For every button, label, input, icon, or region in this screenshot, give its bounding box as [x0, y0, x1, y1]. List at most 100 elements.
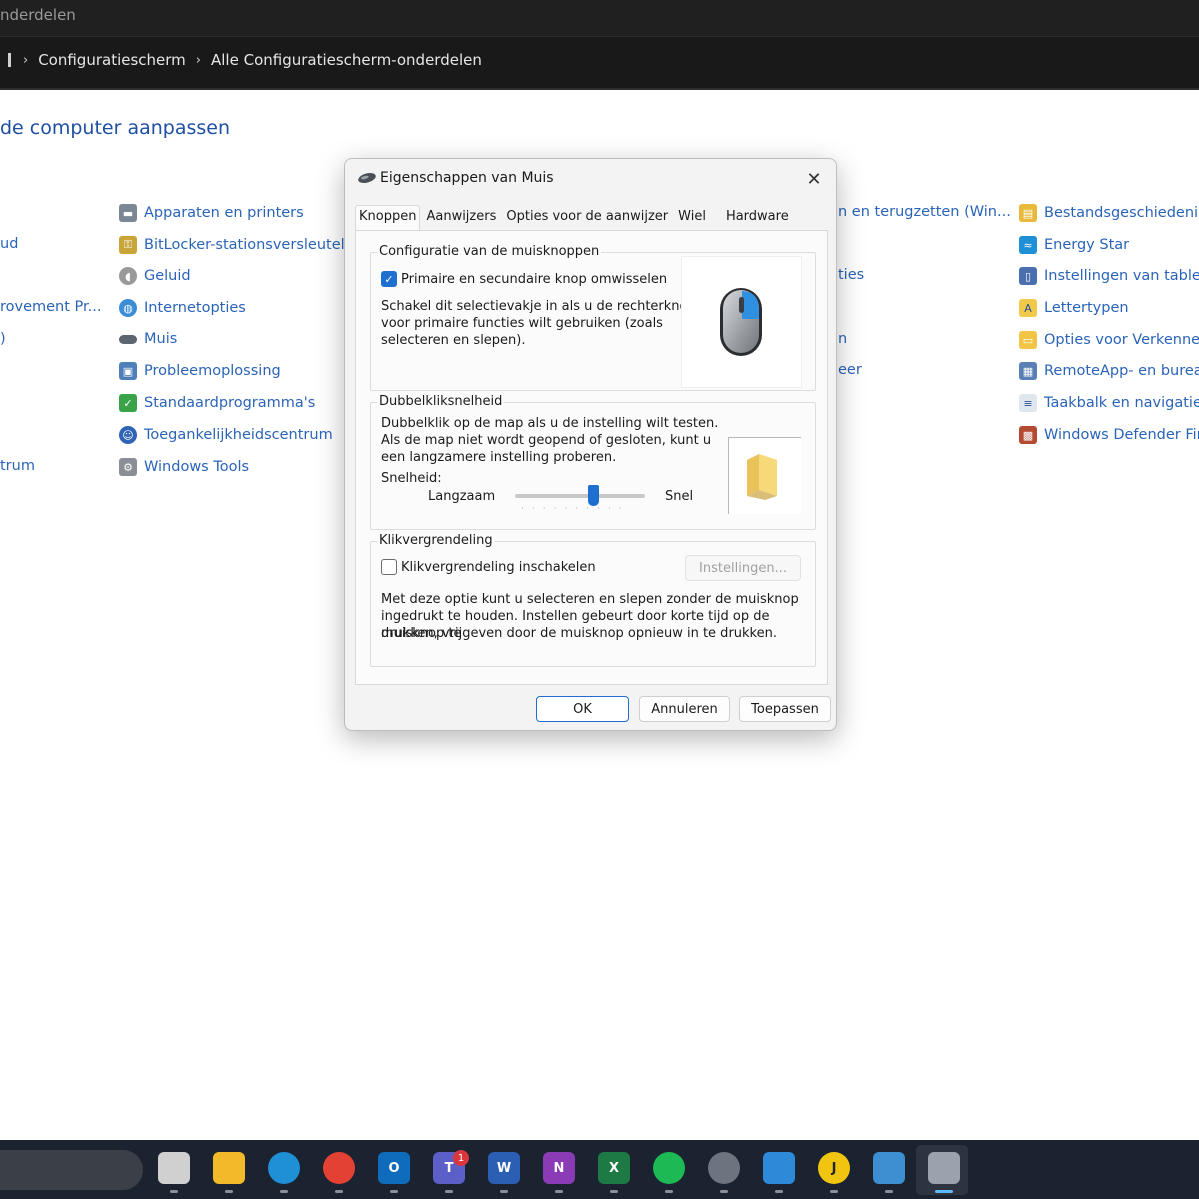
close-button[interactable]: ✕ — [802, 167, 826, 191]
cp-item-backup-restore[interactable]: n en terugzetten (Win... — [838, 204, 1011, 220]
tab-hardware[interactable]: Hardware — [722, 205, 793, 231]
mouse-properties-dialog: Eigenschappen van Muis ✕ Knoppen Aanwijz… — [344, 158, 837, 731]
cp-item-devices-printers[interactable]: ▬ Apparaten en printers — [119, 204, 304, 222]
swap-buttons-description-line-2: voor primaire functies wilt gebruiken (z… — [381, 316, 663, 331]
breadcrumb-root-marker — [8, 53, 11, 67]
double-click-test-area[interactable] — [728, 437, 801, 514]
cp-item-file-history[interactable]: ▤ Bestandsgeschiedenis — [1019, 204, 1199, 222]
cp-item-energy-star[interactable]: ≈ Energy Star — [1019, 236, 1129, 254]
cp-item-internet-options[interactable]: ◍ Internetopties — [119, 299, 246, 317]
taskbar-settings-icon[interactable] — [708, 1152, 740, 1184]
speaker-icon: ◖ — [119, 267, 137, 285]
group-label: Dubbelkliksnelheid — [377, 394, 505, 409]
group-label: Klikvergrendeling — [377, 533, 495, 548]
taskbar-running-indicator — [830, 1190, 838, 1193]
page-title: de computer aanpassen — [0, 117, 231, 139]
cp-item-troubleshooting[interactable]: ▣ Probleemoplossing — [119, 362, 281, 380]
cp-item-mouse[interactable]: Muis — [119, 331, 177, 347]
taskbar-spotify-icon[interactable] — [653, 1152, 685, 1184]
default-programs-icon: ✓ — [119, 394, 137, 412]
taskbar-running-indicator — [555, 1190, 563, 1193]
tab-wheel[interactable]: Wiel — [674, 205, 710, 231]
tab-pointer-options[interactable]: Opties voor de aanwijzer — [502, 205, 672, 231]
taskbar-running-indicator — [170, 1190, 178, 1193]
cp-item-taskbar-navigation[interactable]: ≡ Taakbalk en navigatie — [1019, 394, 1199, 412]
mouse-button-preview-icon — [720, 288, 762, 356]
cp-item-default-programs[interactable]: ✓ Standaardprogramma's — [119, 394, 315, 412]
cp-item-windows-tools[interactable]: ⚙ Windows Tools — [119, 458, 249, 476]
breadcrumb-control-panel[interactable]: Configuratiescherm — [38, 51, 186, 69]
cp-item-fonts[interactable]: A Lettertypen — [1019, 299, 1129, 317]
taskbar-running-indicator — [775, 1190, 783, 1193]
globe-icon: ◍ — [119, 299, 137, 317]
ok-button[interactable]: OK — [536, 696, 629, 722]
checkbox-unchecked-icon — [381, 559, 397, 575]
chevron-right-icon[interactable]: › — [196, 53, 201, 68]
taskbar-search-box[interactable] — [0, 1150, 143, 1190]
accessibility-icon: ☺ — [119, 426, 137, 444]
taskbar-excel-icon[interactable]: X — [598, 1152, 630, 1184]
click-lock-description-line-1: Met deze optie kunt u selecteren en slep… — [381, 592, 799, 607]
taskbar-photos-icon[interactable] — [763, 1152, 795, 1184]
swap-buttons-checkbox[interactable]: ✓ Primaire en secundaire knop omwisselen — [381, 271, 667, 287]
taskbar-chrome-icon[interactable] — [323, 1152, 355, 1184]
close-icon: ✕ — [806, 168, 822, 190]
cp-item-cut-2[interactable]: rovement Pr... — [0, 299, 102, 315]
click-lock-description-line-3: drukken, vrijgeven door de muisknop opni… — [381, 626, 777, 641]
cp-item-cut-7[interactable]: eer — [838, 362, 862, 378]
cp-item-sound[interactable]: ◖ Geluid — [119, 267, 191, 285]
cancel-button[interactable]: Annuleren — [639, 696, 730, 722]
group-double-click-speed: Dubbelkliksnelheid Dubbelklik op de map … — [370, 394, 816, 530]
taskbar-outlook-icon[interactable]: O — [378, 1152, 410, 1184]
tab-buttons[interactable]: Knoppen — [355, 205, 421, 231]
cp-item-bitlocker[interactable]: ⚿ BitLocker-stationsversleuteling — [119, 236, 367, 254]
taskbar-running-indicator — [935, 1190, 953, 1193]
folder-icon[interactable] — [729, 438, 802, 515]
taskbar-file-explorer-icon[interactable] — [213, 1152, 245, 1184]
click-lock-settings-button[interactable]: Instellingen... — [685, 555, 801, 581]
speed-slider-thumb[interactable] — [588, 485, 599, 506]
taskbar-word-icon[interactable]: W — [488, 1152, 520, 1184]
taskbar-task-view-icon[interactable] — [158, 1152, 190, 1184]
cp-item-firewall[interactable]: ▩ Windows Defender Fire — [1019, 426, 1199, 444]
taskbar-onenote-icon[interactable]: N — [543, 1152, 575, 1184]
taskbar-edge-icon[interactable] — [268, 1152, 300, 1184]
energy-star-icon: ≈ — [1019, 236, 1037, 254]
tab-strip: Knoppen Aanwijzers Opties voor de aanwij… — [355, 205, 795, 231]
cp-item-cut-4[interactable]: trum — [0, 458, 35, 474]
taskbar-j-app-icon[interactable]: J — [818, 1152, 850, 1184]
window-title-bar: nderdelen — [0, 0, 1199, 36]
window-title: nderdelen — [0, 6, 76, 24]
cp-item-cut-6[interactable]: n — [838, 331, 847, 347]
address-bar[interactable]: › Configuratiescherm › Alle Configuratie… — [0, 36, 1199, 90]
chevron-right-icon[interactable]: › — [23, 53, 28, 68]
key-icon: ⚿ — [119, 236, 137, 254]
tab-pointers[interactable]: Aanwijzers — [422, 205, 500, 231]
taskbar-mouse-properties-icon[interactable] — [928, 1152, 960, 1184]
group-button-configuration: Configuratie van de muisknoppen ✓ Primai… — [370, 244, 816, 391]
cp-item-explorer-options[interactable]: ▭ Opties voor Verkenner — [1019, 331, 1199, 349]
group-label: Configuratie van de muisknoppen — [377, 244, 602, 259]
speed-fast-label: Snel — [665, 489, 694, 504]
cp-item-remoteapp[interactable]: ▦ RemoteApp- en bureau — [1019, 362, 1199, 380]
double-click-description-line-2: Als de map niet wordt geopend of geslote… — [381, 433, 712, 448]
printer-icon: ▬ — [119, 204, 137, 222]
taskbar-running-indicator — [610, 1190, 618, 1193]
dialog-title: Eigenschappen van Muis — [380, 170, 554, 186]
taskbar-control-panel-icon[interactable] — [873, 1152, 905, 1184]
tablet-icon: ▯ — [1019, 267, 1037, 285]
breadcrumb-all-items[interactable]: Alle Configuratiescherm-onderdelen — [211, 51, 482, 69]
dialog-title-bar[interactable]: Eigenschappen van Muis ✕ — [345, 159, 836, 199]
cp-item-tablet-settings[interactable]: ▯ Instellingen van tablet-p — [1019, 267, 1199, 285]
cp-item-cut-3[interactable]: ) — [0, 331, 6, 347]
checkbox-checked-icon: ✓ — [381, 271, 397, 287]
cp-item-cut-5[interactable]: ties — [838, 267, 864, 283]
click-lock-checkbox[interactable]: Klikvergrendeling inschakelen — [381, 559, 596, 575]
taskbar-running-indicator — [390, 1190, 398, 1193]
speed-slider-track[interactable] — [515, 494, 645, 498]
cp-item-cut-1[interactable]: ud — [0, 236, 18, 252]
taskbar-running-indicator — [445, 1190, 453, 1193]
cp-item-ease-of-access[interactable]: ☺ Toegankelijkheidscentrum — [119, 426, 333, 444]
apply-button[interactable]: Toepassen — [739, 696, 831, 722]
taskbar-running-indicator — [280, 1190, 288, 1193]
